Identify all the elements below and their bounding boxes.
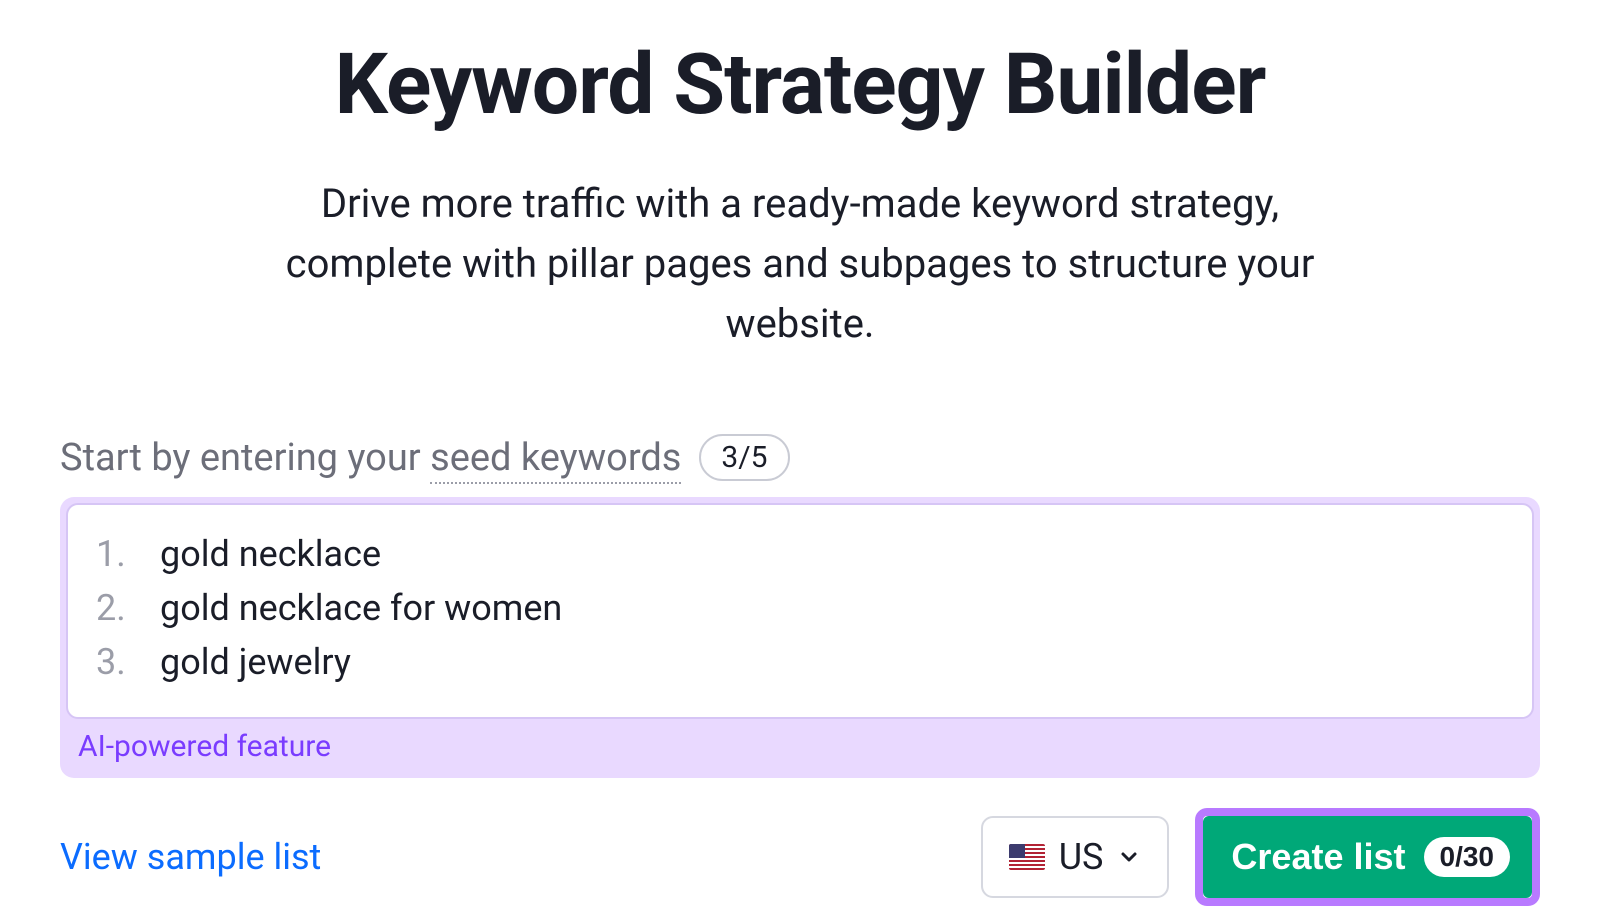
create-list-label: Create list bbox=[1231, 836, 1405, 878]
keyword-item[interactable]: gold jewelry bbox=[96, 635, 1504, 689]
country-code: US bbox=[1059, 836, 1104, 878]
seed-counter-badge: 3/5 bbox=[699, 434, 789, 481]
chevron-down-icon bbox=[1117, 845, 1141, 869]
keyword-item-text: gold necklace for women bbox=[160, 581, 562, 635]
create-list-button[interactable]: Create list 0/30 bbox=[1203, 816, 1532, 898]
seed-label-row: Start by entering your seed keywords 3/5 bbox=[60, 434, 1540, 481]
ai-powered-tag: AI-powered feature bbox=[66, 719, 1534, 778]
flag-us-icon bbox=[1009, 844, 1045, 870]
create-list-count-badge: 0/30 bbox=[1424, 837, 1511, 877]
keyword-item[interactable]: gold necklace for women bbox=[96, 581, 1504, 635]
seed-keywords-tooltip-term[interactable]: seed keywords bbox=[430, 436, 681, 484]
keyword-input-wrapper: gold necklace gold necklace for women go… bbox=[60, 497, 1540, 778]
footer-row: View sample list US Create list 0/30 bbox=[60, 808, 1540, 906]
footer-right: US Create list 0/30 bbox=[981, 808, 1540, 906]
keyword-list: gold necklace gold necklace for women go… bbox=[96, 527, 1504, 689]
page-subtitle: Drive more traffic with a ready-made key… bbox=[240, 174, 1360, 354]
keyword-item-text: gold necklace bbox=[160, 527, 381, 581]
seed-label-prefix: Start by entering your bbox=[60, 436, 430, 480]
keyword-item-text: gold jewelry bbox=[160, 635, 351, 689]
create-button-highlight: Create list 0/30 bbox=[1195, 808, 1540, 906]
country-select[interactable]: US bbox=[981, 816, 1170, 898]
seed-label: Start by entering your seed keywords bbox=[60, 436, 681, 480]
keyword-input-box[interactable]: gold necklace gold necklace for women go… bbox=[66, 503, 1534, 719]
keyword-item[interactable]: gold necklace bbox=[96, 527, 1504, 581]
view-sample-link[interactable]: View sample list bbox=[60, 836, 321, 878]
page-title: Keyword Strategy Builder bbox=[60, 35, 1540, 134]
